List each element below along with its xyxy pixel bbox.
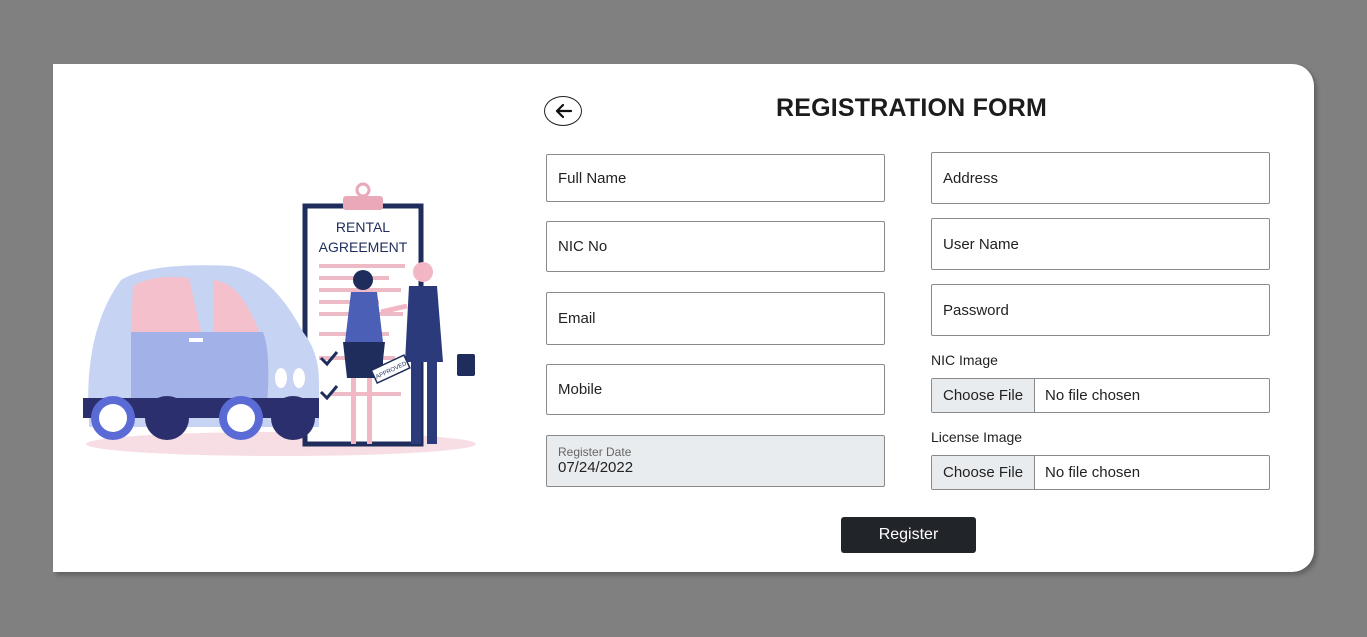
register-date-value: 07/24/2022 [558, 459, 634, 476]
password-field[interactable]: Password [931, 284, 1270, 336]
register-date-label: Register Date [558, 445, 632, 459]
nic-image-choose-file-button[interactable]: Choose File [932, 379, 1036, 412]
email-placeholder: Email [558, 310, 596, 327]
rental-agreement-illustration: RENTAL AGREEMENT APPROVED [83, 182, 476, 456]
arrow-left-icon [555, 103, 572, 119]
address-field[interactable]: Address [931, 152, 1270, 204]
address-placeholder: Address [943, 169, 999, 187]
svg-text:AGREEMENT: AGREEMENT [319, 239, 408, 255]
email-field[interactable]: Email [546, 292, 885, 345]
mobile-placeholder: Mobile [558, 381, 603, 398]
register-date-field: Register Date 07/24/2022 [546, 435, 885, 487]
password-placeholder: Password [943, 301, 1009, 319]
register-button[interactable]: Register [841, 517, 976, 553]
license-image-choose-file-button[interactable]: Choose File [932, 456, 1036, 489]
nic-no-field[interactable]: NIC No [546, 221, 885, 272]
form-title: REGISTRATION FORM [776, 94, 1047, 122]
registration-card: RENTAL AGREEMENT APPROVED REGISTRATION F… [53, 64, 1314, 572]
license-image-input[interactable]: Choose File No file chosen [931, 455, 1270, 490]
license-image-status: No file chosen [1045, 464, 1141, 481]
nic-no-placeholder: NIC No [558, 238, 608, 255]
nic-image-status: No file chosen [1045, 387, 1141, 404]
full-name-placeholder: Full Name [558, 169, 627, 187]
license-image-label: License Image [931, 429, 1023, 445]
nic-image-input[interactable]: Choose File No file chosen [931, 378, 1270, 413]
mobile-field[interactable]: Mobile [546, 364, 885, 415]
svg-text:RENTAL: RENTAL [336, 219, 390, 235]
user-name-field[interactable]: User Name [931, 218, 1270, 270]
user-name-placeholder: User Name [943, 235, 1019, 253]
full-name-field[interactable]: Full Name [546, 154, 885, 202]
back-button[interactable] [544, 96, 582, 126]
nic-image-label: NIC Image [931, 352, 998, 368]
